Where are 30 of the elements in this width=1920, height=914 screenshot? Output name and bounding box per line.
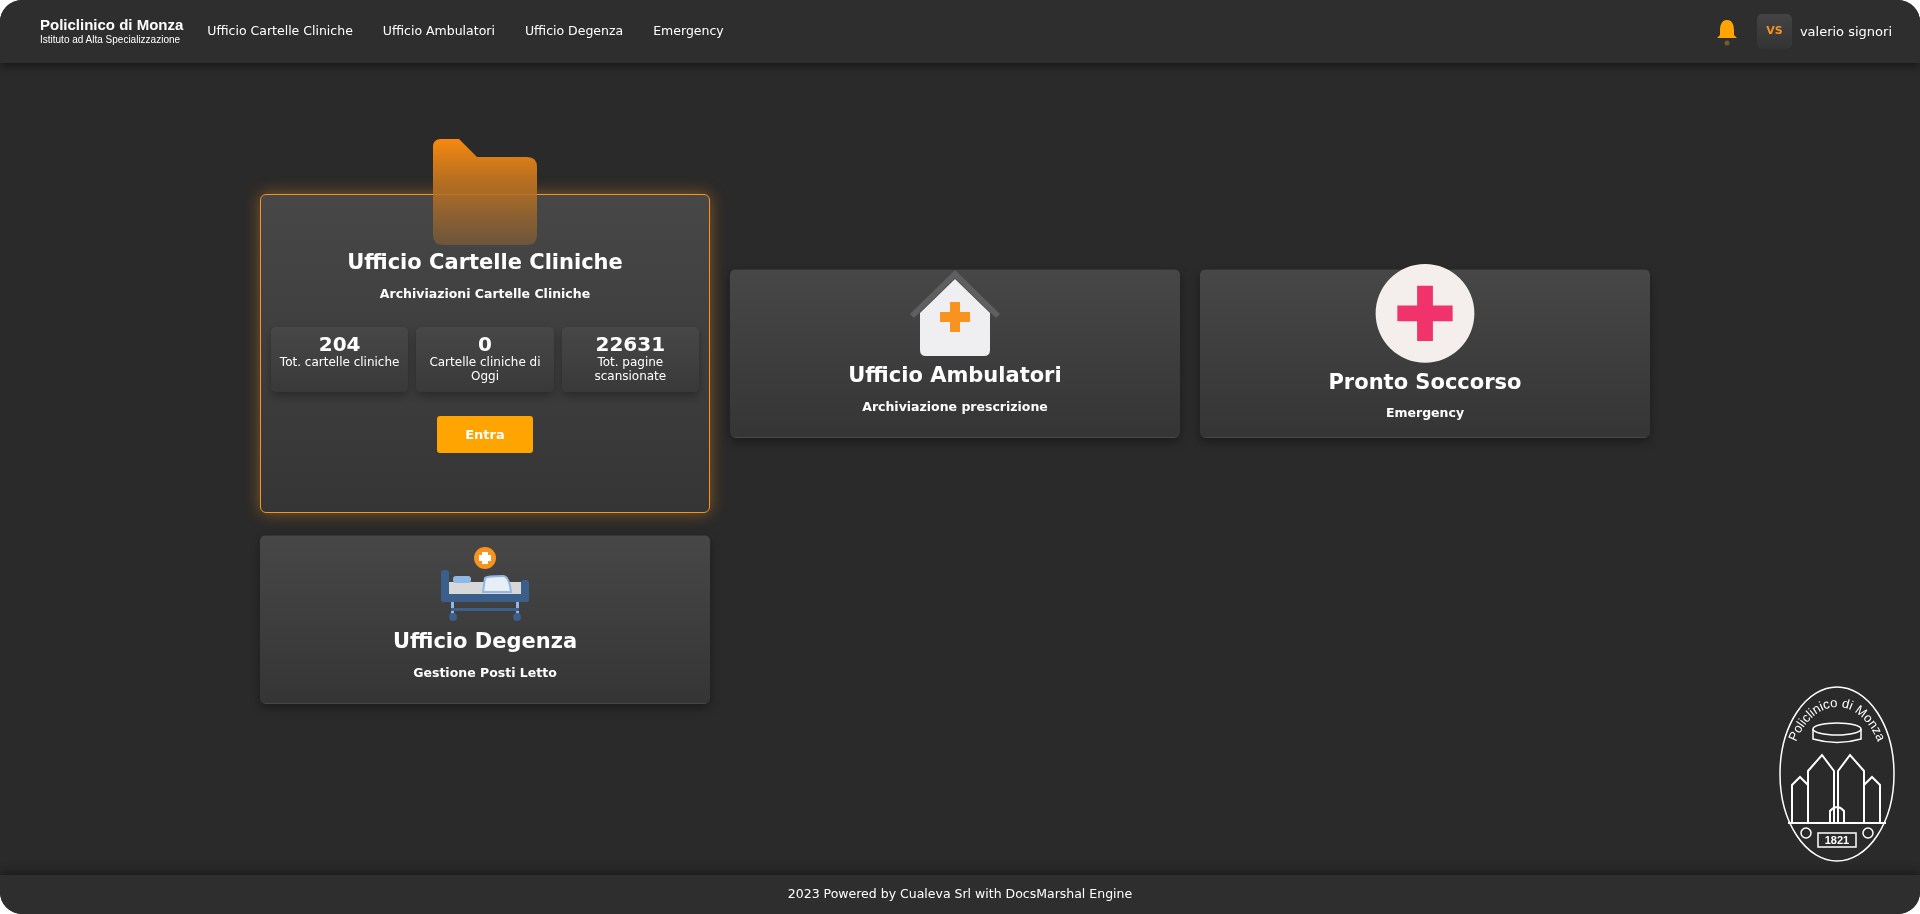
stat-label: Tot. cartelle cliniche — [278, 356, 401, 371]
nav-link[interactable]: Emergency — [653, 22, 724, 41]
nav-link[interactable]: Ufficio Degenza — [524, 22, 624, 41]
stat-value: 22631 — [594, 333, 667, 357]
card-title: Ufficio Degenza — [392, 628, 578, 655]
stat-label: Cartelle cliniche di Oggi — [428, 356, 542, 384]
stat-label: Tot. pagine scansionate — [593, 356, 668, 384]
card-subtitle: Gestione Posti Letto — [413, 663, 557, 682]
stat-value: 204 — [318, 333, 361, 357]
nav-link[interactable]: Ufficio Cartelle Cliniche — [207, 22, 353, 41]
stat-value: 0 — [477, 333, 492, 357]
brand-name: Policlinico di Monza — [40, 17, 184, 34]
card-title: Ufficio Ambulatori — [848, 362, 1062, 389]
user-avatar[interactable]: VS — [1756, 14, 1792, 49]
folder-icon — [433, 139, 537, 245]
house-cross-icon — [910, 270, 1000, 356]
card-subtitle: Emergency — [1385, 404, 1465, 423]
office-card[interactable]: Ufficio Degenza Gestione Posti Letto — [260, 535, 710, 704]
footer-credit: 2023 Powered by Cualeva Srl with DocsMarshal Engine — [0, 875, 1920, 914]
card-title: Ufficio Cartelle Cliniche — [347, 249, 623, 276]
nav-link[interactable]: Ufficio Ambulatori — [382, 22, 495, 41]
brand-tagline: Istituto ad Alta Specializzazione — [40, 33, 182, 46]
card-subtitle: Archiviazione prescrizione — [862, 397, 1048, 416]
card-subtitle: Archiviazioni Cartelle Cliniche — [379, 284, 591, 303]
hospital-bed-icon — [441, 546, 529, 622]
user-name[interactable]: valerio signori — [1799, 21, 1892, 42]
office-card[interactable]: Ufficio Cartelle Cliniche Archiviazioni Cartelle Cliniche 204 Tot. cartelle cliniche 0 Cartelle cliniche di Oggi 22631 Tot. pagine scansionate Entra — [260, 194, 710, 513]
medical-cross-icon — [1375, 264, 1475, 363]
card-title: Pronto Soccorso — [1328, 368, 1522, 396]
office-card[interactable]: Ufficio Ambulatori Archiviazione prescrizione — [730, 269, 1180, 438]
